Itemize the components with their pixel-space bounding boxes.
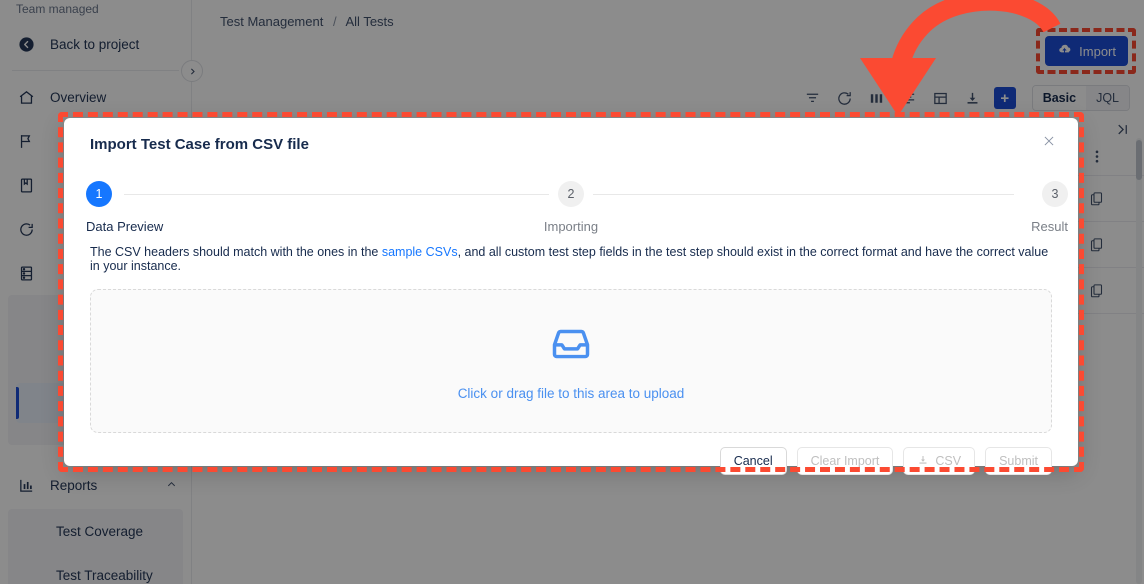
clear-import-button[interactable]: Clear Import	[796, 447, 894, 475]
step-3-number: 3	[1042, 181, 1068, 207]
step-1-label: Data Preview	[86, 219, 164, 234]
dropzone-label: Click or drag file to this area to uploa…	[457, 386, 685, 401]
inbox-icon	[549, 321, 593, 370]
sample-csvs-link[interactable]: sample CSVs	[382, 245, 458, 259]
csv-hint-text: The CSV headers should match with the on…	[90, 245, 1052, 273]
import-csv-modal: Import Test Case from CSV file 1 Data Pr…	[64, 118, 1078, 475]
submit-button[interactable]: Submit	[985, 447, 1052, 475]
screen: Team managed Back to project Overview Re…	[0, 0, 1144, 584]
csv-button-label: CSV	[935, 454, 962, 468]
stepper: 1 Data Preview 2 Importing 3 Result	[86, 181, 1068, 243]
step-data-preview[interactable]: 1 Data Preview	[86, 181, 286, 234]
step-3-label: Result	[1031, 219, 1068, 234]
step-2-label: Importing	[543, 219, 599, 234]
hint-before: The CSV headers should match with the on…	[90, 245, 382, 259]
step-1-number: 1	[86, 181, 112, 207]
file-dropzone[interactable]: Click or drag file to this area to uploa…	[90, 289, 1052, 433]
modal-title: Import Test Case from CSV file	[90, 136, 309, 153]
download-icon	[917, 454, 929, 469]
modal-footer: Cancel Clear Import CSV Submit	[90, 447, 1052, 475]
csv-button[interactable]: CSV	[903, 447, 976, 475]
close-icon[interactable]	[1042, 134, 1056, 152]
cancel-button[interactable]: Cancel	[719, 447, 787, 475]
step-importing[interactable]: 2 Importing	[471, 181, 671, 234]
step-result[interactable]: 3 Result	[868, 181, 1068, 234]
step-2-number: 2	[558, 181, 584, 207]
